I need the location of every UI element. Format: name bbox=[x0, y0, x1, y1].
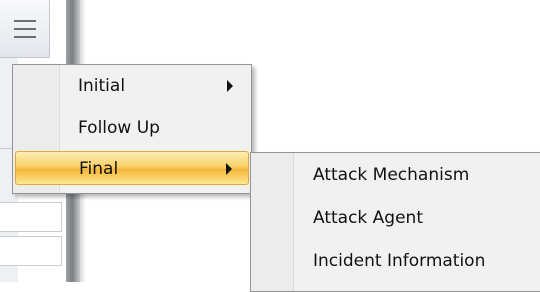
menu-item-follow-up[interactable]: Follow Up bbox=[15, 111, 249, 145]
submenu-item-attack-mechanism[interactable]: Attack Mechanism bbox=[253, 158, 540, 192]
menu-item-label: Attack Agent bbox=[313, 208, 423, 228]
submenu-item-attack-agent[interactable]: Attack Agent bbox=[253, 201, 540, 235]
menu-item-label: Attack Mechanism bbox=[313, 165, 470, 185]
menu-item-final[interactable]: Final bbox=[15, 151, 249, 185]
chevron-right-icon bbox=[226, 163, 232, 175]
menu-item-initial[interactable]: Initial bbox=[15, 69, 249, 103]
background-field bbox=[0, 202, 62, 232]
menu-item-label: Follow Up bbox=[78, 118, 160, 138]
submenu-item-incident-information[interactable]: Incident Information bbox=[253, 244, 540, 278]
menu-item-label: Incident Information bbox=[313, 251, 486, 271]
menu-item-label: Initial bbox=[78, 76, 126, 96]
background-field bbox=[0, 236, 62, 266]
menu-button[interactable] bbox=[0, 0, 50, 58]
chevron-right-icon bbox=[227, 80, 233, 92]
context-menu: Initial Follow Up Final bbox=[12, 64, 252, 194]
submenu-final: Attack Mechanism Attack Agent Incident I… bbox=[250, 152, 540, 292]
menu-item-label: Final bbox=[79, 159, 119, 179]
